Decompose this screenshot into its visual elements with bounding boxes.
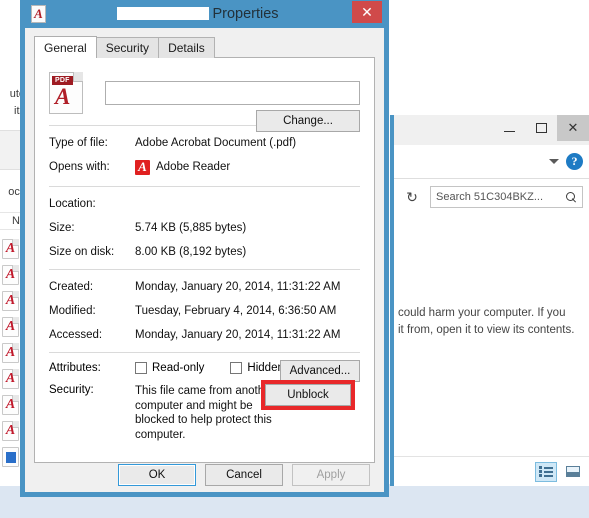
field-label: Created: (49, 281, 94, 293)
details-view-button[interactable] (535, 461, 557, 482)
maximize-button[interactable] (525, 115, 557, 141)
explorer-window-right[interactable]: ✕ ? ↻ Search 51C304BKZ... could harm you… (390, 115, 589, 486)
explorer-content-area[interactable]: could harm your computer. If you it from… (394, 215, 589, 443)
field-size-on-disk: Size on disk: 8.00 KB (8,192 bytes) (49, 244, 360, 260)
screenshot-root: ute its ocu Na ✕ ? ↻ (0, 0, 589, 518)
dialog-footer: OK Cancel Apply (25, 464, 384, 486)
refresh-icon[interactable]: ↻ (400, 186, 424, 208)
dialog-close-button[interactable]: ✕ (352, 1, 382, 23)
field-value: Tuesday, February 4, 2014, 6:36:50 AM (135, 305, 337, 317)
minimize-button[interactable] (493, 115, 525, 141)
dialog-body: General Security Details PDF A Type of f… (25, 28, 384, 492)
field-label: Size: (49, 222, 75, 234)
pdf-file-icon (2, 265, 19, 285)
adobe-reader-icon (135, 159, 150, 175)
change-button[interactable]: Change... (256, 110, 360, 132)
help-icon[interactable]: ? (566, 153, 583, 170)
pdf-file-icon-large: PDF A (49, 72, 83, 114)
pdf-icon (31, 5, 46, 23)
search-input[interactable]: Search 51C304BKZ... (430, 186, 583, 208)
chevron-down-icon[interactable] (549, 159, 559, 164)
page-fold (73, 72, 83, 82)
dialog-tabs: General Security Details (34, 36, 375, 58)
field-value (135, 196, 360, 212)
pdf-file-icon (2, 395, 19, 415)
unblock-highlight-annotation: Unblock (261, 380, 355, 410)
close-icon: ✕ (361, 3, 373, 20)
checkbox-box (230, 362, 243, 374)
field-type-of-file: Type of file: Adobe Acrobat Document (.p… (49, 135, 360, 151)
pdf-file-icon (2, 317, 19, 337)
field-modified: Modified: Tuesday, February 4, 2014, 6:3… (49, 303, 360, 319)
field-label: Type of file: (49, 137, 108, 149)
explorer-address-bar: ↻ Search 51C304BKZ... (394, 179, 589, 215)
explorer-title-bar[interactable]: ✕ (394, 115, 589, 145)
tab-general[interactable]: General (34, 36, 97, 58)
field-opens-with: Opens with: Adobe Reader (49, 159, 360, 175)
redacted-filename (117, 7, 210, 20)
field-value: Adobe Reader (156, 161, 231, 173)
checkbox-box (135, 362, 147, 374)
cancel-button[interactable]: Cancel (205, 464, 283, 486)
explorer-close-button[interactable]: ✕ (557, 115, 589, 141)
field-value: 5.74 KB (5,885 bytes) (135, 222, 247, 234)
field-value: Monday, January 20, 2014, 11:31:22 AM (135, 329, 341, 341)
document-file-icon (2, 447, 19, 467)
security-label: Security: (49, 384, 94, 396)
field-value: Adobe Acrobat Document (.pdf) (135, 137, 297, 149)
security-row: Security: This file came from another co… (49, 380, 360, 442)
details-view-icon (539, 466, 553, 477)
field-label: Modified: (49, 305, 96, 317)
filename-input[interactable] (105, 81, 360, 105)
unblock-button[interactable]: Unblock (265, 384, 351, 406)
divider (49, 352, 360, 353)
dialog-title: Properties (46, 6, 384, 22)
pdf-file-icon (2, 343, 19, 363)
explorer-status-bar (394, 456, 589, 486)
search-icon (566, 191, 577, 203)
dialog-title-suffix: Properties (212, 6, 279, 22)
acrobat-swirl-icon: A (55, 84, 71, 109)
dialog-title-bar[interactable]: Properties ✕ (25, 0, 384, 28)
explorer-body-line-2: it from, open it to view its contents. (398, 324, 575, 336)
pdf-file-icon (2, 421, 19, 441)
tab-security[interactable]: Security (95, 37, 160, 58)
field-location: Location: (49, 196, 360, 212)
field-label: Opens with: (49, 161, 110, 173)
hidden-checkbox[interactable]: Hidden (230, 362, 284, 374)
file-properties-dialog: Properties ✕ General Security Details PD… (20, 0, 389, 497)
apply-button[interactable]: Apply (292, 464, 370, 486)
attributes-label: Attributes: (49, 362, 101, 374)
read-only-checkbox[interactable]: Read-only (135, 362, 204, 374)
explorer-ribbon-bar: ? (394, 145, 589, 179)
field-value: 8.00 KB (8,192 bytes) (135, 246, 247, 258)
field-value: Monday, January 20, 2014, 11:31:22 AM (135, 281, 341, 293)
large-icons-view-button[interactable] (562, 462, 584, 482)
field-size: Size: 5.74 KB (5,885 bytes) (49, 220, 360, 236)
explorer-body-line-1: could harm your computer. If you (398, 307, 566, 319)
advanced-button[interactable]: Advanced... (280, 360, 360, 382)
divider (49, 269, 360, 270)
divider (49, 186, 360, 187)
ok-button[interactable]: OK (118, 464, 196, 486)
search-input-text: Search 51C304BKZ... (436, 191, 544, 203)
large-icons-view-icon (566, 466, 580, 477)
field-label: Accessed: (49, 329, 103, 341)
pdf-file-icon (2, 239, 19, 259)
pdf-file-icon (2, 291, 19, 311)
field-label: Location: (49, 198, 96, 210)
pdf-file-icon (2, 369, 19, 389)
tab-details[interactable]: Details (158, 37, 215, 58)
field-created: Created: Monday, January 20, 2014, 11:31… (49, 279, 360, 295)
field-accessed: Accessed: Monday, January 20, 2014, 11:3… (49, 327, 360, 343)
field-label: Size on disk: (49, 246, 115, 258)
checkbox-label: Hidden (247, 362, 284, 374)
close-icon: ✕ (567, 120, 579, 135)
general-tab-panel: PDF A Type of file: Adobe Acrobat Docume… (34, 57, 375, 463)
checkbox-label: Read-only (152, 362, 205, 374)
minimize-icon (503, 131, 515, 132)
maximize-icon (535, 123, 547, 133)
field-value-wrap: Adobe Reader (135, 159, 360, 175)
